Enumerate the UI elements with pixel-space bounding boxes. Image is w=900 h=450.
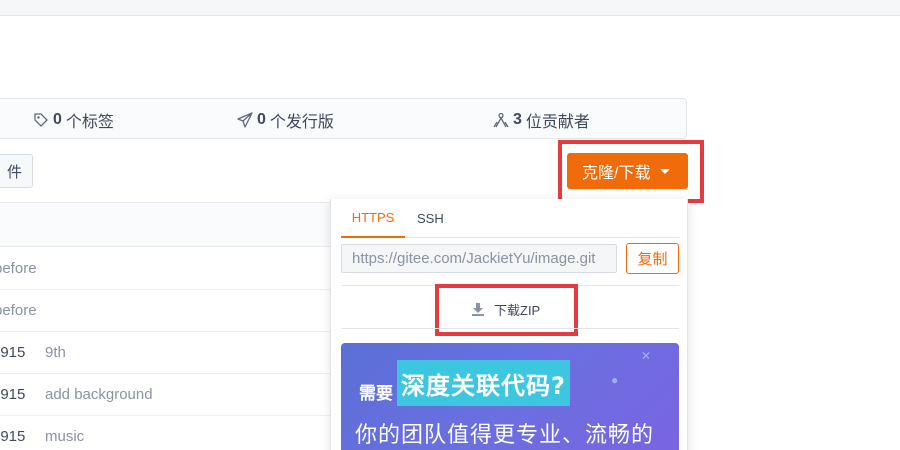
contributors-label: 位贡献者	[525, 113, 590, 131]
commit-message[interactable]: add background	[45, 386, 153, 403]
file-button[interactable]: 件	[0, 154, 33, 188]
commit-fragment: 0915	[0, 386, 26, 403]
commit-message[interactable]: music	[45, 428, 84, 445]
protocol-tabs: HTTPS SSH	[341, 199, 679, 238]
tags-count: 0	[53, 110, 62, 128]
releases-label: 个发行版	[269, 113, 334, 131]
list-item[interactable]: before	[0, 290, 330, 332]
contributors-icon	[493, 112, 509, 127]
list-item[interactable]: 0915 add background	[0, 374, 330, 416]
sparkle-icon: ●	[611, 373, 619, 387]
file-list-header	[0, 202, 330, 247]
banner-subtext: 你的团队值得更专业、流畅的	[355, 423, 655, 448]
stat-tags[interactable]: 0 个标签	[33, 99, 114, 140]
clone-url-field[interactable]: https://gitee.com/JackietYu/image.git	[341, 244, 617, 273]
copy-button[interactable]: 复制	[626, 243, 679, 274]
tab-ssh[interactable]: SSH	[417, 199, 444, 238]
repo-stats-bar: 0 个标签 0 个发行版 3 位贡献者	[0, 98, 687, 139]
list-item[interactable]: 0915 music	[0, 416, 330, 450]
clone-dropdown-panel: HTTPS SSH https://gitee.com/JackietYu/im…	[330, 199, 688, 450]
releases-count: 0	[257, 110, 266, 128]
send-icon	[237, 111, 253, 128]
clone-download-button[interactable]: 克隆/下载	[567, 153, 688, 189]
download-icon	[472, 303, 484, 316]
list-item[interactable]: 0915 9th	[0, 332, 330, 374]
tab-https[interactable]: HTTPS	[341, 199, 405, 238]
stat-releases[interactable]: 0 个发行版	[237, 99, 334, 140]
commit-fragment: before	[0, 260, 37, 277]
commit-message[interactable]: 9th	[45, 344, 66, 361]
promo-banner[interactable]: ✕ ● 需要 深度关联代码? 你的团队值得更专业、流畅的	[341, 343, 679, 450]
top-header-strip	[0, 0, 900, 16]
tag-icon	[34, 112, 48, 127]
divider	[341, 328, 679, 329]
banner-highlight-text: 深度关联代码?	[397, 360, 570, 406]
clone-download-label: 克隆/下载	[582, 165, 651, 182]
commit-fragment: 0915	[0, 428, 26, 445]
sparkle-icon: ✕	[641, 349, 652, 363]
list-item[interactable]: before	[0, 248, 330, 290]
file-button-label: 件	[6, 163, 22, 181]
banner-need-text: 需要	[359, 384, 393, 404]
stat-contributors[interactable]: 3 位贡献者	[493, 99, 590, 140]
download-zip-button[interactable]: 下载ZIP	[471, 297, 540, 321]
tags-label: 个标签	[65, 113, 114, 131]
commit-fragment: before	[0, 302, 37, 319]
download-zip-label: 下载ZIP	[494, 302, 541, 318]
caret-down-icon	[660, 168, 671, 174]
commit-fragment: 0915	[0, 344, 26, 361]
contributors-count: 3	[513, 110, 522, 128]
